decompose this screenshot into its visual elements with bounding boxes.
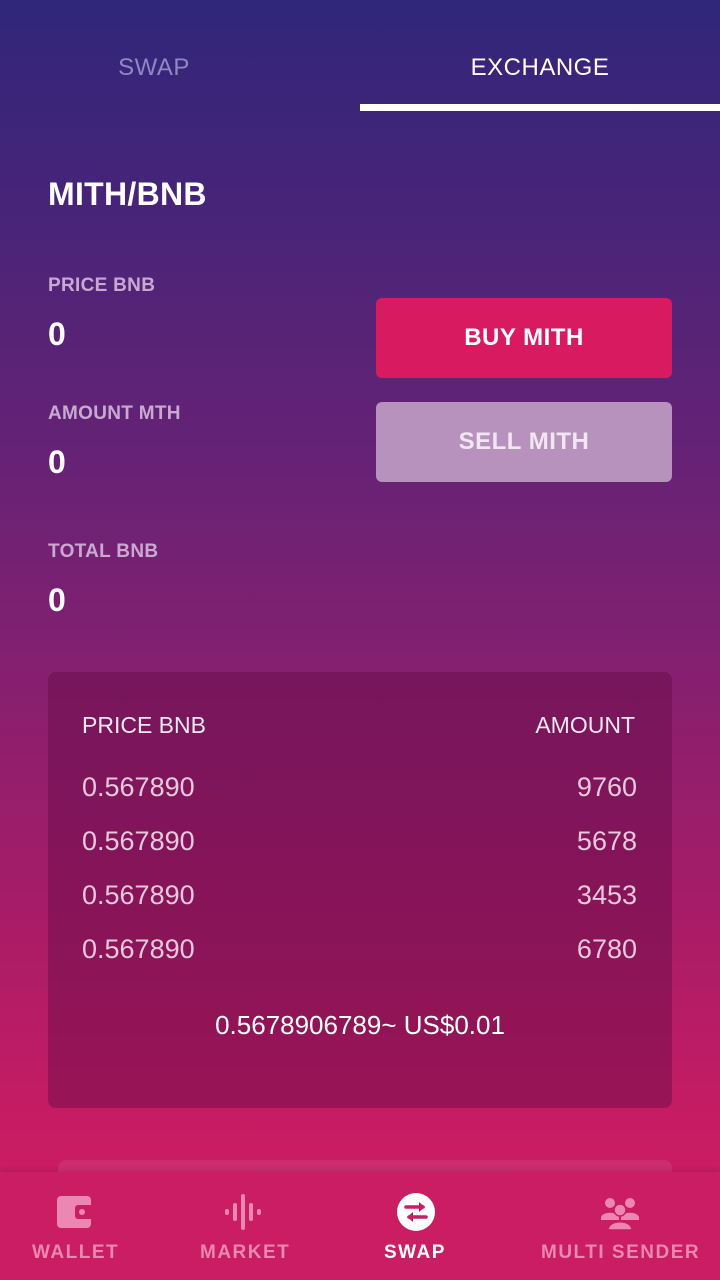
active-tab-indicator: [360, 104, 720, 111]
bottom-nav: WALLET MARKET SWAP MULTI SENDER: [0, 1172, 720, 1280]
sell-button[interactable]: SELL MITH: [376, 402, 672, 482]
price-input[interactable]: 0: [48, 316, 66, 353]
order-price: 0.567890: [82, 772, 195, 802]
market-icon: [225, 1194, 261, 1230]
order-amount: 3453: [576, 880, 637, 910]
nav-label-wallet: WALLET: [32, 1242, 120, 1263]
amount-input[interactable]: 0: [48, 444, 66, 481]
order-book-row[interactable]: 0.567890 9760: [82, 772, 637, 808]
nav-item-wallet[interactable]: WALLET: [0, 1172, 150, 1280]
order-book-summary: 0.5678906789~ US$0.01: [215, 1010, 505, 1040]
total-label: TOTAL BNB: [48, 541, 159, 562]
nav-label-swap: SWAP: [384, 1242, 446, 1263]
nav-item-market[interactable]: MARKET: [190, 1172, 300, 1280]
order-book-amount-header: AMOUNT: [535, 712, 635, 738]
nav-item-swap[interactable]: SWAP: [370, 1172, 470, 1280]
order-amount: 5678: [576, 826, 637, 856]
tab-swap[interactable]: SWAP: [0, 54, 334, 82]
order-amount: 6780: [576, 934, 637, 964]
order-book-row[interactable]: 0.567890 5678: [82, 826, 637, 862]
tab-exchange[interactable]: EXCHANGE: [360, 54, 720, 82]
users-icon: [601, 1198, 639, 1231]
top-tabs: SWAP EXCHANGE: [0, 0, 720, 112]
total-value: 0: [48, 582, 66, 618]
wallet-icon: [57, 1196, 93, 1228]
order-price: 0.567890: [82, 880, 195, 910]
order-price: 0.567890: [82, 934, 195, 964]
order-book-row[interactable]: 0.567890 6780: [82, 934, 637, 970]
nav-item-multi-sender[interactable]: MULTI SENDER: [530, 1172, 710, 1280]
swap-icon: [397, 1193, 435, 1231]
order-book-price-header: PRICE BNB: [82, 712, 206, 738]
amount-label: AMOUNT MTH: [48, 403, 181, 424]
order-book-row[interactable]: 0.567890 3453: [82, 880, 637, 916]
nav-label-multi-sender: MULTI SENDER: [541, 1242, 701, 1263]
price-label: PRICE BNB: [48, 275, 156, 296]
order-amount: 9760: [576, 772, 637, 802]
order-price: 0.567890: [82, 826, 195, 856]
order-book: PRICE BNB AMOUNT 0.567890 9760 0.567890 …: [48, 672, 672, 1108]
buy-button[interactable]: BUY MITH: [376, 298, 672, 378]
nav-label-market: MARKET: [200, 1242, 291, 1263]
trading-pair-title: MITH/BNB: [48, 176, 207, 212]
